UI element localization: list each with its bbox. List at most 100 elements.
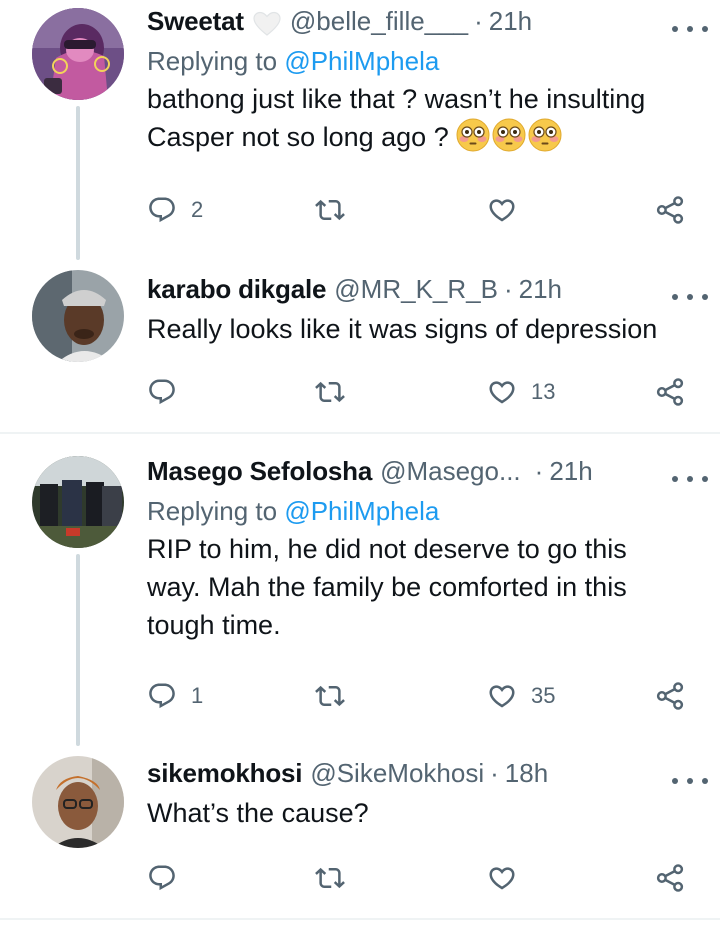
thread-line [76, 554, 80, 746]
more-options-button[interactable] [672, 774, 708, 788]
retweet-button[interactable] [315, 676, 359, 716]
heart-icon [487, 863, 517, 893]
like-button[interactable] [487, 190, 531, 230]
flushed-face-icon [456, 118, 490, 152]
divider [0, 918, 720, 920]
mention-link[interactable]: @PhilMphela [284, 496, 439, 526]
reply-icon [147, 377, 177, 407]
tweet-actions: 13 [147, 372, 707, 412]
reply-icon [147, 863, 177, 893]
replying-to: Replying to @PhilMphela [147, 492, 700, 530]
display-name[interactable]: Sweetat [147, 6, 244, 37]
share-button[interactable] [655, 190, 685, 230]
heart-icon [487, 377, 517, 407]
reply-button[interactable] [147, 372, 191, 412]
tweet-text: Really looks like it was signs of depres… [147, 314, 658, 344]
retweet-button[interactable] [315, 372, 359, 412]
tweet-actions: 2 [147, 190, 707, 230]
retweet-icon [315, 681, 345, 711]
avatar-image [32, 270, 124, 362]
tweet[interactable]: karabo dikgale @MR_K_R_B · 21h Really lo… [0, 260, 720, 430]
display-name[interactable]: karabo dikgale [147, 274, 326, 305]
tweet-content: Sweetat @belle_fille___ · 21h Replying t… [147, 6, 700, 156]
timestamp[interactable]: 18h [505, 758, 548, 789]
tweet-actions: 1 35 [147, 676, 707, 716]
avatar-image [32, 456, 124, 548]
share-icon [655, 195, 685, 225]
handle[interactable]: @MR_K_R_B [334, 274, 498, 305]
retweet-icon [315, 195, 345, 225]
mention-link[interactable]: @PhilMphela [284, 46, 439, 76]
tweet-text: bathong just like that ? wasn’t he insul… [147, 80, 700, 156]
emoji-group [456, 122, 564, 152]
heart-icon [487, 195, 517, 225]
tweet[interactable]: Masego Sefolosha @Masego... · 21h Replyi… [0, 440, 720, 746]
avatar[interactable] [32, 456, 124, 548]
separator-dot: · [490, 758, 499, 788]
like-count: 35 [531, 683, 556, 708]
white-heart-icon [253, 11, 281, 36]
divider [0, 432, 720, 434]
handle[interactable]: @Masego... [380, 456, 521, 487]
tweet[interactable]: Sweetat @belle_fille___ · 21h Replying t… [0, 0, 720, 260]
reply-button[interactable] [147, 858, 191, 898]
tweet[interactable]: sikemokhosi @SikeMokhosi · 18h What’s th… [0, 746, 720, 926]
reply-thread: Sweetat @belle_fille___ · 21h Replying t… [0, 0, 720, 926]
tweet-header: Sweetat @belle_fille___ · 21h [147, 6, 700, 42]
tweet-text: RIP to him, he did not deserve to go thi… [147, 534, 627, 640]
tweet-text: What’s the cause? [147, 798, 369, 828]
tweet-header: sikemokhosi @SikeMokhosi · 18h [147, 758, 700, 794]
timestamp[interactable]: 21h [489, 6, 532, 37]
avatar[interactable] [32, 756, 124, 848]
separator-dot: · [503, 274, 513, 304]
share-button[interactable] [655, 676, 685, 716]
display-name[interactable]: Masego Sefolosha [147, 456, 372, 487]
separator-dot: · [474, 6, 483, 36]
handle[interactable]: @belle_fille___ [290, 6, 468, 37]
like-button[interactable] [487, 858, 531, 898]
share-icon [655, 377, 685, 407]
reply-button[interactable]: 1 [147, 676, 203, 716]
retweet-button[interactable] [315, 190, 359, 230]
avatar[interactable] [32, 270, 124, 362]
replying-to-label: Replying to [147, 46, 285, 76]
tweet-content: Masego Sefolosha @Masego... · 21h Replyi… [147, 456, 700, 644]
retweet-icon [315, 377, 345, 407]
tweet-header: Masego Sefolosha @Masego... · 21h [147, 456, 700, 492]
retweet-button[interactable] [315, 858, 359, 898]
tweet-actions [147, 858, 707, 898]
share-icon [655, 681, 685, 711]
like-button[interactable]: 13 [487, 372, 555, 412]
more-options-button[interactable] [672, 22, 708, 36]
heart-icon [487, 681, 517, 711]
avatar-image [32, 756, 124, 848]
timestamp[interactable]: 21h [519, 274, 562, 305]
like-button[interactable]: 35 [487, 676, 555, 716]
display-name[interactable]: sikemokhosi [147, 758, 303, 789]
more-options-button[interactable] [672, 290, 708, 304]
flushed-face-icon [492, 118, 526, 152]
separator-dot: · [534, 456, 544, 486]
like-count: 13 [531, 379, 556, 404]
reply-icon [147, 195, 177, 225]
tweet-content: karabo dikgale @MR_K_R_B · 21h Really lo… [147, 274, 700, 348]
reply-count: 2 [191, 197, 204, 222]
replying-to-label: Replying to [147, 496, 285, 526]
reply-count: 1 [191, 683, 204, 708]
more-options-button[interactable] [672, 472, 708, 486]
flushed-face-icon [528, 118, 562, 152]
replying-to: Replying to @PhilMphela [147, 42, 700, 80]
reply-icon [147, 681, 177, 711]
tweet-text-body: bathong just like that ? wasn’t he insul… [147, 84, 646, 152]
retweet-icon [315, 863, 345, 893]
handle[interactable]: @SikeMokhosi [310, 758, 484, 789]
timestamp[interactable]: 21h [549, 456, 592, 487]
share-icon [655, 863, 685, 893]
thread-line [76, 106, 80, 260]
reply-button[interactable]: 2 [147, 190, 203, 230]
share-button[interactable] [655, 372, 685, 412]
avatar[interactable] [32, 8, 124, 100]
avatar-image [32, 8, 124, 100]
share-button[interactable] [655, 858, 685, 898]
tweet-content: sikemokhosi @SikeMokhosi · 18h What’s th… [147, 758, 700, 832]
